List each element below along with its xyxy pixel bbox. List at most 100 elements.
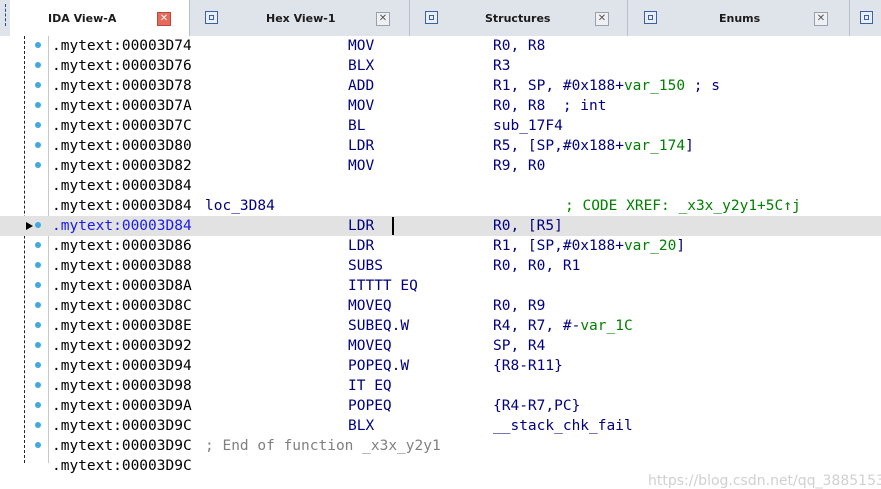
breakpoint-dot-icon[interactable] <box>35 122 41 128</box>
operands[interactable]: R9, R0 <box>493 157 545 175</box>
breakpoint-dot-icon[interactable] <box>35 82 41 88</box>
operands[interactable]: R4, R7, #-var_1C <box>493 317 633 335</box>
mnemonic[interactable]: MOVEQ <box>348 297 392 315</box>
mnemonic[interactable]: BLX <box>348 57 374 75</box>
breakpoint-dot-icon[interactable] <box>35 442 41 448</box>
mnemonic[interactable]: MOV <box>348 157 374 175</box>
code-line[interactable]: .mytext:00003D9C BLX __stack_chk_fail <box>0 416 881 436</box>
address[interactable]: .mytext:00003D76 <box>52 57 192 75</box>
code-line[interactable]: .mytext:00003D76 BLX R3 <box>0 56 881 76</box>
mnemonic[interactable]: MOV <box>348 37 374 55</box>
code-line[interactable]: .mytext:00003D82 MOV R9, R0 <box>0 156 881 176</box>
breakpoint-dot-icon[interactable] <box>35 102 41 108</box>
tab-structures[interactable]: Structures ✕ <box>410 0 628 36</box>
breakpoint-dot-icon[interactable] <box>35 142 41 148</box>
code-line[interactable]: .mytext:00003D92 MOVEQ SP, R4 <box>0 336 881 356</box>
mnemonic[interactable]: SUBS <box>348 257 383 275</box>
stack-variable[interactable]: var_20 <box>624 238 676 254</box>
operands[interactable]: {R4-R7,PC} <box>493 397 580 415</box>
tab-hex-view-1[interactable]: Hex View-1 ✕ <box>190 0 410 36</box>
code-line[interactable]: .mytext:00003D94 POPEQ.W {R8-R11} <box>0 356 881 376</box>
breakpoint-dot-icon[interactable] <box>35 342 41 348</box>
operands[interactable]: R5, [SP,#0x188+var_174] <box>493 137 694 155</box>
code-line[interactable]: .mytext:00003D7C BL sub_17F4 <box>0 116 881 136</box>
address[interactable]: .mytext:00003D9C <box>52 417 192 435</box>
breakpoint-dot-icon[interactable] <box>35 42 41 48</box>
tab-overflow[interactable] <box>850 0 881 36</box>
operands[interactable]: R1, SP, #0x188+var_150 ; s <box>493 77 720 95</box>
mnemonic[interactable]: LDR <box>348 217 374 235</box>
address[interactable]: .mytext:00003D74 <box>52 37 192 55</box>
breakpoint-dot-icon[interactable] <box>35 402 41 408</box>
breakpoint-dot-icon[interactable] <box>35 222 41 228</box>
code-line[interactable]: .mytext:00003D84 <box>0 176 881 196</box>
code-line[interactable]: .mytext:00003D86 LDR R1, [SP,#0x188+var_20… <box>0 236 881 256</box>
close-icon[interactable]: ✕ <box>595 12 609 26</box>
address[interactable]: .mytext:00003D84 <box>52 197 192 215</box>
operands[interactable]: R0, [R5] <box>493 217 563 235</box>
stack-variable[interactable]: var_150 <box>624 78 685 94</box>
breakpoint-dot-icon[interactable] <box>35 262 41 268</box>
mnemonic[interactable]: LDR <box>348 237 374 255</box>
address[interactable]: .mytext:00003D84 <box>52 217 192 235</box>
mnemonic[interactable]: MOV <box>348 97 374 115</box>
breakpoint-dot-icon[interactable] <box>35 62 41 68</box>
operands[interactable]: R1, [SP,#0x188+var_20] <box>493 237 685 255</box>
mnemonic[interactable]: IT EQ <box>348 377 392 395</box>
operands[interactable]: R3 <box>493 57 510 75</box>
code-line[interactable]: .mytext:00003D9A POPEQ {R4-R7,PC} <box>0 396 881 416</box>
mnemonic[interactable]: POPEQ <box>348 397 392 415</box>
operands[interactable]: R0, R0, R1 <box>493 257 580 275</box>
operands[interactable]: R0, R9 <box>493 297 545 315</box>
mnemonic[interactable]: MOVEQ <box>348 337 392 355</box>
mnemonic[interactable]: LDR <box>348 137 374 155</box>
breakpoint-dot-icon[interactable] <box>35 422 41 428</box>
address[interactable]: .mytext:00003D9C <box>52 457 192 475</box>
stack-variable[interactable]: var_1C <box>580 318 632 334</box>
operands[interactable]: R0, R8 ; int <box>493 97 607 115</box>
code-line[interactable]: .mytext:00003D74 MOV R0, R8 <box>0 36 881 56</box>
mnemonic[interactable]: BL <box>348 117 365 135</box>
code-line[interactable]: .mytext:00003D8C MOVEQ R0, R9 <box>0 296 881 316</box>
address[interactable]: .mytext:00003D8A <box>52 277 192 295</box>
operands[interactable]: R0, R8 <box>493 37 545 55</box>
breakpoint-dot-icon[interactable] <box>35 382 41 388</box>
code-line[interactable]: .mytext:00003D88 SUBS R0, R0, R1 <box>0 256 881 276</box>
breakpoint-dot-icon[interactable] <box>35 282 41 288</box>
address[interactable]: .mytext:00003D9A <box>52 397 192 415</box>
mnemonic[interactable]: POPEQ.W <box>348 357 409 375</box>
xref-comment[interactable]: ; CODE XREF: _x3x_y2y1+5C↑j <box>565 197 801 215</box>
address[interactable]: .mytext:00003D8C <box>52 297 192 315</box>
address[interactable]: .mytext:00003D8E <box>52 317 192 335</box>
address[interactable]: .mytext:00003D86 <box>52 237 192 255</box>
code-line[interactable]: .mytext:00003D8E SUBEQ.W R4, R7, #-var_1C <box>0 316 881 336</box>
mnemonic[interactable]: SUBEQ.W <box>348 317 409 335</box>
operands[interactable]: __stack_chk_fail <box>493 417 633 435</box>
tab-enums[interactable]: Enums ✕ <box>628 0 850 36</box>
address[interactable]: .mytext:00003D9C <box>52 437 192 455</box>
close-icon[interactable]: ✕ <box>814 12 828 26</box>
breakpoint-dot-icon[interactable] <box>35 242 41 248</box>
address[interactable]: .mytext:00003D7A <box>52 97 192 115</box>
mnemonic[interactable]: ITTTT EQ <box>348 277 418 295</box>
address[interactable]: .mytext:00003D98 <box>52 377 192 395</box>
breakpoint-dot-icon[interactable] <box>35 162 41 168</box>
address[interactable]: .mytext:00003D92 <box>52 337 192 355</box>
mnemonic[interactable]: BLX <box>348 417 374 435</box>
code-line[interactable]: .mytext:00003D7A MOV R0, R8 ; int <box>0 96 881 116</box>
mnemonic[interactable]: ADD <box>348 77 374 95</box>
code-label[interactable]: loc_3D84 <box>205 197 275 215</box>
disassembly-view[interactable]: .mytext:00003D74 MOV R0, R8 .mytext:00003D7… <box>0 36 881 489</box>
address[interactable]: .mytext:00003D80 <box>52 137 192 155</box>
code-line[interactable]: .mytext:00003D9C ; End of function _x3x_y… <box>0 436 881 456</box>
stack-variable[interactable]: var_174 <box>624 138 685 154</box>
address[interactable]: .mytext:00003D94 <box>52 357 192 375</box>
address[interactable]: .mytext:00003D88 <box>52 257 192 275</box>
close-icon[interactable]: ✕ <box>157 12 171 26</box>
code-line[interactable]: .mytext:00003D98 IT EQ <box>0 376 881 396</box>
address[interactable]: .mytext:00003D82 <box>52 157 192 175</box>
code-line[interactable]: .mytext:00003D84 loc_3D84 ; CODE XREF: _x3… <box>0 196 881 216</box>
operands[interactable]: SP, R4 <box>493 337 545 355</box>
breakpoint-dot-icon[interactable] <box>35 302 41 308</box>
code-line[interactable]: .mytext:00003D8A ITTTT EQ <box>0 276 881 296</box>
